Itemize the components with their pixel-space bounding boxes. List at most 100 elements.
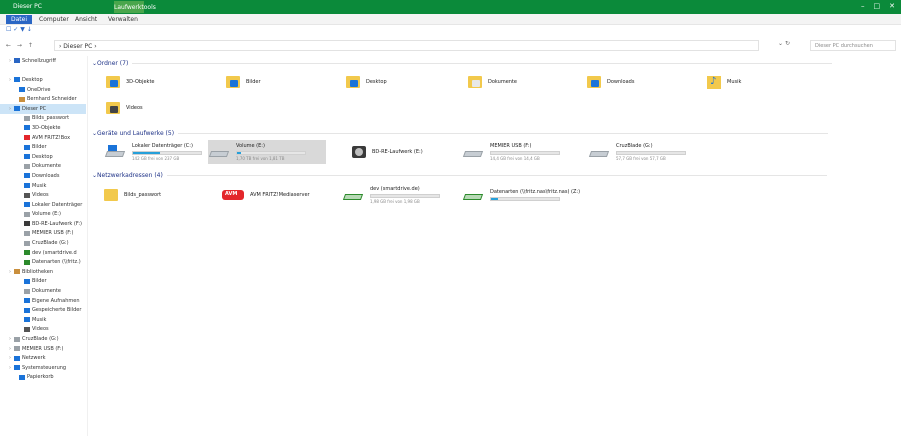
- sidebar-item[interactable]: Datenarten (\\fritz.): [0, 257, 86, 267]
- section-header-network[interactable]: ⌄ Netzwerkadressen (4): [92, 172, 827, 179]
- free-space-text: 1,98 GB frei von 1,98 GB: [370, 199, 420, 204]
- minimize-button[interactable]: –: [861, 2, 865, 10]
- capacity-bar: [490, 196, 560, 201]
- sidebar-item[interactable]: Bilds_passwort: [0, 114, 86, 124]
- sidebar-item[interactable]: Dokumente: [0, 162, 86, 172]
- tab-verwalten[interactable]: Verwalten: [103, 15, 143, 24]
- sidebar-item[interactable]: › Netzwerk: [0, 353, 86, 363]
- sidebar-item[interactable]: dev (smartdrive.d: [0, 248, 86, 258]
- capacity-bar: [490, 151, 560, 155]
- drive-tile[interactable]: CruzBlade (G:) 57,7 GB frei von 57,7 GB: [588, 140, 706, 164]
- sidebar-item[interactable]: CruzBlade (G:): [0, 238, 86, 248]
- folder-tile[interactable]: Bilder: [226, 70, 261, 94]
- sidebar-item[interactable]: › MEMIER USB (F:): [0, 344, 86, 354]
- sidebar-item-label: Bilder: [32, 278, 47, 285]
- desktop-icon: [14, 77, 20, 83]
- network-label: Bilds_passwort: [124, 192, 162, 198]
- folder-label: Downloads: [607, 79, 635, 85]
- dvd-icon: [24, 221, 30, 227]
- file-icon: [104, 189, 118, 201]
- camera-icon: [24, 298, 30, 304]
- folder-tile[interactable]: 3D-Objekte: [106, 70, 154, 94]
- sidebar-item[interactable]: Videos: [0, 190, 86, 200]
- sidebar-item[interactable]: Desktop: [0, 152, 86, 162]
- sidebar-item[interactable]: › Desktop: [0, 75, 86, 85]
- sidebar-item[interactable]: Bilder: [0, 142, 86, 152]
- folder-tile[interactable]: Videos: [106, 96, 143, 120]
- folder-tile[interactable]: Downloads: [587, 70, 634, 94]
- sidebar-item[interactable]: [0, 66, 86, 76]
- tab-computer[interactable]: Computer: [34, 15, 74, 24]
- navigation-buttons[interactable]: ← → ↑: [6, 42, 35, 49]
- section-header-drives[interactable]: ⌄ Geräte und Laufwerke (5): [92, 130, 829, 137]
- network-label: AVM FRITZ!Mediaserver: [250, 192, 310, 198]
- navigation-pane: › Schnellzugriff › Desktop OneDrive Bernhard …: [0, 56, 86, 436]
- folder-tile[interactable]: Desktop: [346, 70, 387, 94]
- sidebar-item-label: Desktop: [22, 76, 43, 83]
- sidebar-item[interactable]: Downloads: [0, 171, 86, 181]
- sidebar-item[interactable]: › Dieser PC: [0, 103, 86, 114]
- cube-icon: [106, 76, 120, 88]
- folder-tile[interactable]: Dokumente: [468, 70, 517, 94]
- tab-ansicht[interactable]: Ansicht: [70, 15, 102, 24]
- sidebar-item[interactable]: › Bibliotheken: [0, 267, 86, 277]
- network-location-tile[interactable]: dev (smartdrive.de) 1,98 GB frei von 1,98…: [342, 183, 440, 207]
- folder-label: Bilder: [246, 79, 261, 85]
- sidebar-item[interactable]: AVM FRITZ!Box: [0, 133, 86, 143]
- sidebar-item[interactable]: OneDrive: [0, 85, 86, 95]
- sidebar-item[interactable]: › Systemsteuerung: [0, 363, 86, 373]
- capacity-bar: [370, 194, 440, 198]
- maximize-button[interactable]: □: [874, 2, 881, 10]
- sidebar-item[interactable]: Eigene Aufnahmen: [0, 296, 86, 306]
- control-icon: [14, 365, 20, 371]
- sidebar-item[interactable]: Videos: [0, 325, 86, 335]
- network-location-tile[interactable]: Datenarten (\\fritz.nas\fritz.nas) (Z:): [462, 183, 580, 207]
- pc-icon: [14, 106, 20, 112]
- close-button[interactable]: ✕: [889, 2, 895, 10]
- drive-tile[interactable]: Volume (E:) 1,70 TB frei von 1,81 TB: [208, 140, 326, 164]
- drive-tile[interactable]: MEMIER USB (F:) 14,4 GB frei von 14,4 GB: [462, 140, 580, 164]
- sidebar-item[interactable]: Lokaler Datenträger: [0, 200, 86, 210]
- capacity-bar: [236, 151, 306, 155]
- address-path[interactable]: › Dieser PC ›: [54, 40, 759, 51]
- sidebar-item-label: MEMIER USB (F:): [32, 230, 74, 237]
- sidebar-item[interactable]: Musik: [0, 315, 86, 325]
- sidebar-item-label: Netzwerk: [22, 355, 46, 362]
- sidebar-item[interactable]: Papierkorb: [0, 373, 86, 383]
- drive-tile[interactable]: BD-RE-Laufwerk (E:): [350, 140, 468, 164]
- sidebar-item-label: BD-RE-Laufwerk (F:): [32, 220, 82, 227]
- free-space-text: 14,4 GB frei von 14,4 GB: [490, 156, 540, 161]
- picture-icon: [24, 307, 30, 313]
- folder-tile[interactable]: Musik: [707, 70, 741, 94]
- sidebar-item[interactable]: 3D-Objekte: [0, 123, 86, 133]
- network-location-tile[interactable]: Bilds_passwort: [104, 183, 161, 207]
- sidebar-item[interactable]: Musik: [0, 181, 86, 191]
- sidebar-item[interactable]: › CruzBlade (G:): [0, 334, 86, 344]
- video-icon: [24, 192, 30, 198]
- drive-label: Lokaler Datenträger (C:): [132, 143, 193, 149]
- quick-access-toolbar[interactable]: ☐ ✓ ▼ ↓: [6, 26, 32, 36]
- sidebar-item[interactable]: MEMIER USB (F:): [0, 229, 86, 239]
- usb-drive-icon: [462, 145, 484, 159]
- sidebar-item[interactable]: Volume (E:): [0, 210, 86, 220]
- sidebar-item[interactable]: Dokumente: [0, 286, 86, 296]
- tab-datei[interactable]: Datei: [6, 15, 33, 24]
- search-input[interactable]: Dieser PC durchsuchen: [810, 40, 896, 51]
- network-location-tile[interactable]: AVM AVM FRITZ!Mediaserver: [222, 183, 310, 207]
- drive-label: BD-RE-Laufwerk (E:): [372, 149, 423, 155]
- refresh-button[interactable]: ⌄ ↻: [764, 40, 804, 51]
- sidebar-item[interactable]: Bernhard Schneider: [0, 94, 86, 104]
- sidebar-item[interactable]: Gespeicherte Bilder: [0, 305, 86, 315]
- sidebar-item[interactable]: Bilder: [0, 277, 86, 287]
- sidebar-item-label: Bibliotheken: [22, 268, 53, 275]
- sidebar-item[interactable]: BD-RE-Laufwerk (F:): [0, 219, 86, 229]
- tab-laufwerktools[interactable]: Laufwerktools: [114, 1, 156, 13]
- section-header-folders[interactable]: ⌄ Ordner (7): [92, 60, 833, 67]
- sidebar-item[interactable]: › Schnellzugriff: [0, 56, 86, 66]
- sidebar-item-label: Schnellzugriff: [22, 57, 56, 64]
- windows-drive-icon: [104, 145, 126, 159]
- pane-divider[interactable]: [87, 56, 88, 436]
- drive-tile[interactable]: Lokaler Datenträger (C:) 142 GB frei von …: [104, 140, 222, 164]
- folder-label: Musik: [727, 79, 742, 85]
- drive-label: CruzBlade (G:): [616, 143, 653, 149]
